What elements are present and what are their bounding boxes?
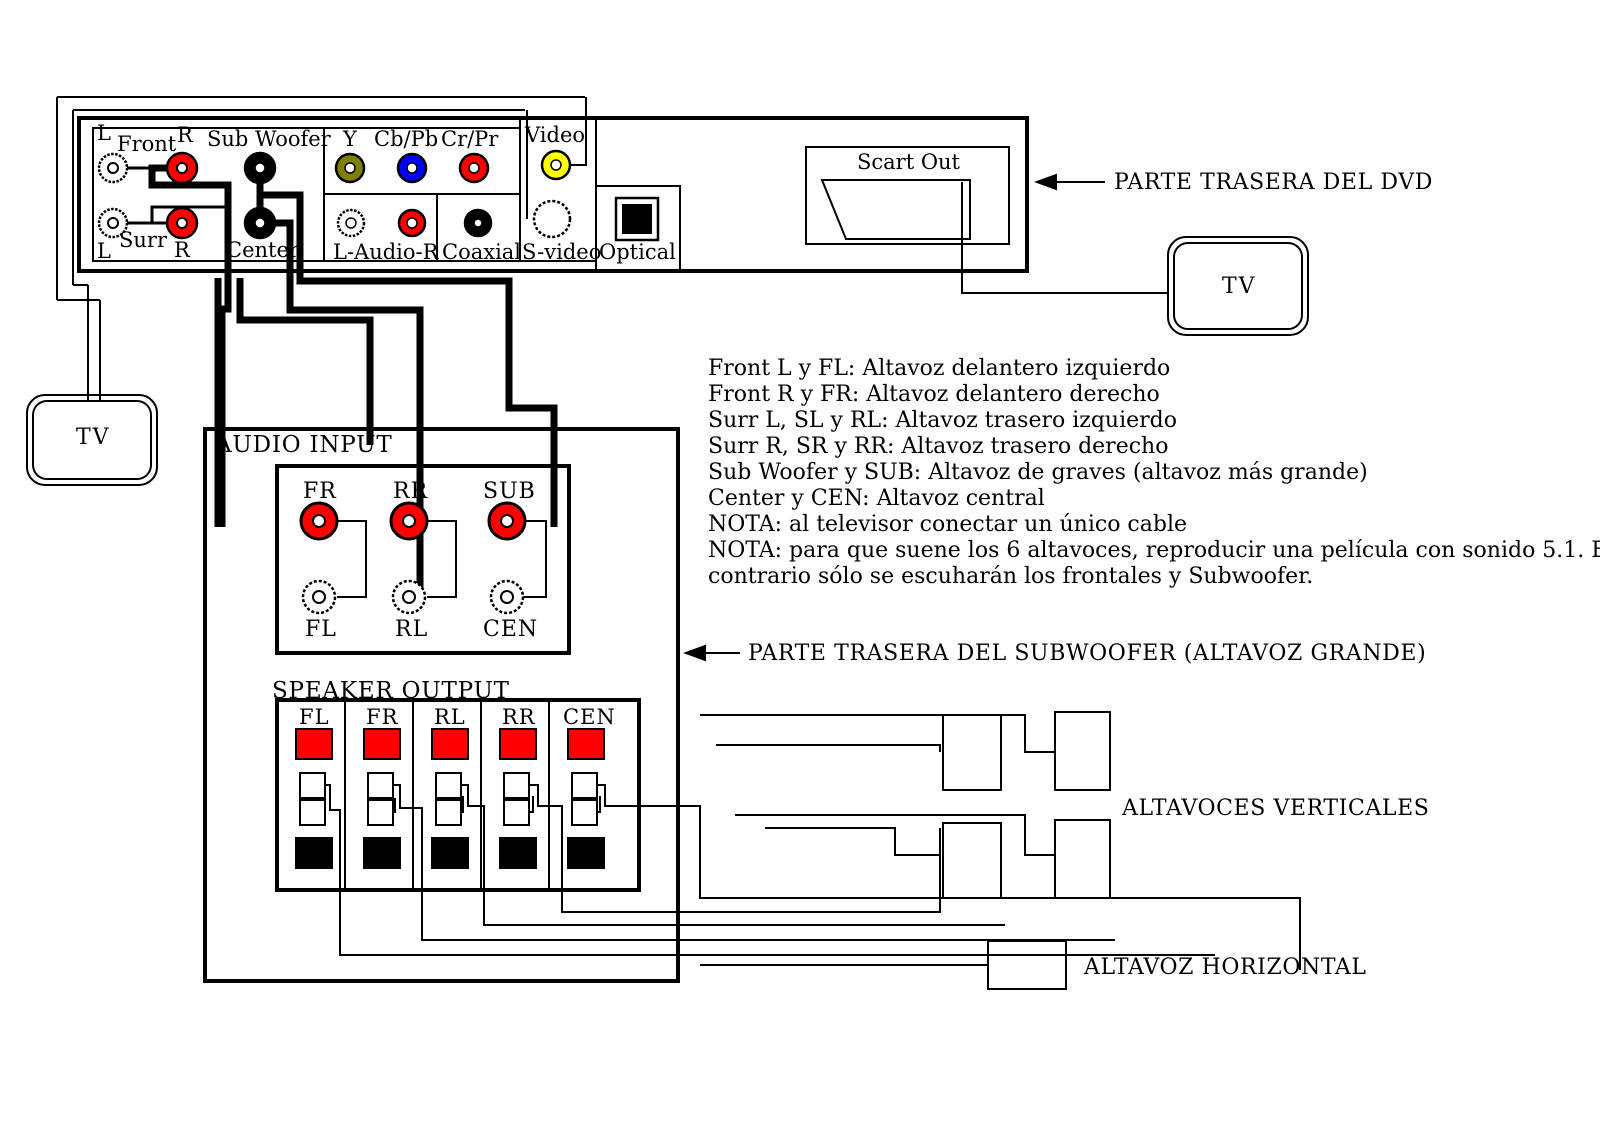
label-surr-r: R — [174, 238, 190, 262]
legend-line-4: Surr R, SR y RR: Altavoz trasero derecho — [708, 434, 1169, 459]
jack-video — [540, 149, 572, 181]
jack-front-l — [97, 152, 129, 184]
label-scart-out: Scart Out — [857, 150, 961, 174]
label-cb-pb: Cb/Pb — [374, 127, 439, 151]
audio-input-jack-rr — [389, 501, 429, 541]
audio-input-label-cen: CEN — [483, 617, 539, 642]
audio-input-jack-fl — [301, 579, 337, 615]
label-surr-l-bottom: L — [97, 239, 111, 263]
legend-line-5: Sub Woofer y SUB: Altavoz de graves (alt… — [708, 460, 1368, 485]
jack-cr-pr — [458, 152, 490, 184]
speaker-terminal-col-fr — [363, 728, 401, 869]
legend-line-3: Surr L, SL y RL: Altavoz trasero izquier… — [708, 408, 1177, 433]
speaker-col-label-rr: RR — [502, 705, 536, 729]
speaker-col-label-fl: FL — [299, 705, 330, 729]
audio-input-label-fr: FR — [303, 479, 337, 504]
label-l-audio-r: L-Audio-R — [333, 240, 439, 264]
label-center: Center — [226, 238, 299, 262]
jack-s-video — [532, 199, 572, 239]
audio-input-jack-rl — [391, 579, 427, 615]
vertical-speakers-label: ALTAVOCES VERTICALES — [1122, 796, 1430, 821]
jack-optical — [614, 196, 660, 242]
audio-input-title: AUDIO INPUT — [215, 432, 393, 458]
legend-line-8: NOTA: para que suene los 6 altavoces, re… — [708, 538, 1600, 563]
speaker-terminal-col-fl — [295, 728, 333, 869]
jack-audio-r — [397, 208, 427, 238]
tv-left-label: TV — [76, 425, 111, 450]
audio-input-label-fl: FL — [305, 617, 337, 642]
callout-dvd: PARTE TRASERA DEL DVD — [1114, 170, 1433, 195]
jack-y — [334, 152, 366, 184]
audio-input-jack-sub — [487, 501, 527, 541]
legend-line-9: contrario sólo se escuharán los frontale… — [708, 564, 1314, 589]
speaker-output-title: SPEAKER OUTPUT — [272, 678, 510, 704]
audio-input-label-rr: RR — [393, 479, 429, 504]
horizontal-speaker-label: ALTAVOZ HORIZONTAL — [1084, 955, 1367, 980]
speaker-terminal-col-rr — [499, 728, 537, 869]
jack-surr-r — [165, 206, 199, 240]
audio-input-label-rl: RL — [395, 617, 429, 642]
audio-input-label-sub: SUB — [483, 479, 536, 504]
callout-subwoofer: PARTE TRASERA DEL SUBWOOFER (ALTAVOZ GRA… — [748, 641, 1427, 666]
jack-sub-woofer — [243, 151, 277, 185]
label-sub-woofer: Sub Woofer — [207, 127, 331, 151]
label-s-video: S-video — [522, 240, 602, 264]
legend-line-6: Center y CEN: Altavoz central — [708, 486, 1045, 511]
label-y: Y — [343, 127, 357, 151]
audio-input-jack-cen — [489, 579, 525, 615]
jack-coaxial — [463, 208, 493, 238]
label-front: Front — [117, 132, 177, 156]
jack-cb-pb — [396, 152, 428, 184]
audio-input-jack-fr — [299, 501, 339, 541]
jack-front-r — [165, 151, 199, 185]
speaker-terminal-col-cen — [567, 728, 605, 869]
diagram-canvas: L Front R L Surr R Sub Woofer Center Y C… — [0, 0, 1600, 1131]
speaker-terminals — [295, 728, 605, 869]
label-surr: Surr — [119, 228, 167, 252]
label-optical: Optical — [599, 240, 676, 264]
legend-line-1: Front L y FL: Altavoz delantero izquierd… — [708, 356, 1171, 381]
speaker-col-label-cen: CEN — [563, 705, 616, 729]
speaker-col-label-fr: FR — [366, 705, 399, 729]
jack-audio-l — [336, 208, 366, 238]
label-video: Video — [525, 123, 586, 147]
label-coaxial: Coaxial — [442, 240, 522, 264]
tv-right-label: TV — [1222, 274, 1257, 299]
legend-line-7: NOTA: al televisor conectar un único cab… — [708, 512, 1188, 537]
label-cr-pr: Cr/Pr — [441, 127, 499, 151]
jack-center — [243, 206, 277, 240]
speaker-col-label-rl: RL — [434, 705, 466, 729]
legend-line-2: Front R y FR: Altavoz delantero derecho — [708, 382, 1160, 407]
label-front-r: R — [177, 123, 193, 147]
speaker-terminal-col-rl — [431, 728, 469, 869]
label-front-l-top: L — [97, 121, 111, 145]
